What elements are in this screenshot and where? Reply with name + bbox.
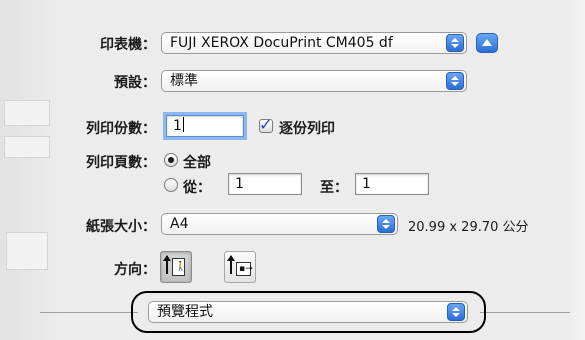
pages-label: 列印頁數： bbox=[86, 155, 156, 171]
pages-all-label: 全部 bbox=[183, 155, 211, 171]
paper-size-value: A4 bbox=[170, 216, 189, 232]
copies-label: 列印份數： bbox=[86, 121, 156, 137]
paper-size-popup[interactable]: A4 bbox=[161, 213, 398, 235]
printer-label: 印表機： bbox=[100, 37, 156, 53]
callout-highlight bbox=[131, 291, 486, 333]
print-dialog-panel: 印表機： FUJI XEROX DocuPrint CM405 df 預設： 標… bbox=[0, 0, 585, 340]
landscape-orientation-icon[interactable]: ▪→ bbox=[224, 251, 256, 283]
presets-popup[interactable]: 標準 bbox=[161, 70, 467, 92]
disclosure-triangle-icon[interactable] bbox=[476, 33, 498, 53]
pages-from-value: 1 bbox=[235, 176, 244, 192]
orientation-label: 方向： bbox=[114, 262, 156, 278]
pages-to-input[interactable]: 1 bbox=[355, 173, 429, 195]
background-window-ghost bbox=[0, 0, 60, 340]
pages-to-label: 至： bbox=[320, 180, 348, 196]
paper-size-label: 紙張大小： bbox=[86, 219, 156, 235]
presets-label: 預設： bbox=[114, 75, 156, 91]
pages-range-radio[interactable] bbox=[164, 178, 178, 192]
portrait-orientation-icon[interactable]: 🚶 bbox=[160, 251, 192, 283]
copies-value: 1 bbox=[173, 118, 182, 134]
presets-value: 標準 bbox=[170, 73, 198, 89]
paper-dimensions: 20.99 x 29.70 公分 bbox=[408, 220, 529, 235]
printer-popup[interactable]: FUJI XEROX DocuPrint CM405 df bbox=[161, 32, 467, 54]
popup-arrows-icon bbox=[446, 72, 464, 90]
pages-from-label: 從： bbox=[183, 180, 211, 196]
panel-right-edge bbox=[565, 0, 585, 340]
pages-from-input[interactable]: 1 bbox=[228, 173, 302, 195]
copies-input[interactable]: 1 bbox=[166, 115, 244, 137]
popup-arrows-icon bbox=[377, 215, 395, 233]
collated-label: 逐份列印 bbox=[279, 121, 335, 137]
text-caret bbox=[182, 117, 184, 132]
collated-checkbox[interactable]: ✓ bbox=[259, 115, 273, 134]
pages-all-radio[interactable] bbox=[164, 153, 178, 167]
checkmark-icon: ✓ bbox=[259, 115, 273, 134]
printer-value: FUJI XEROX DocuPrint CM405 df bbox=[170, 35, 393, 51]
separator-left bbox=[40, 312, 138, 313]
separator-right bbox=[480, 312, 570, 313]
popup-arrows-icon bbox=[446, 34, 464, 52]
pages-to-value: 1 bbox=[362, 176, 371, 192]
